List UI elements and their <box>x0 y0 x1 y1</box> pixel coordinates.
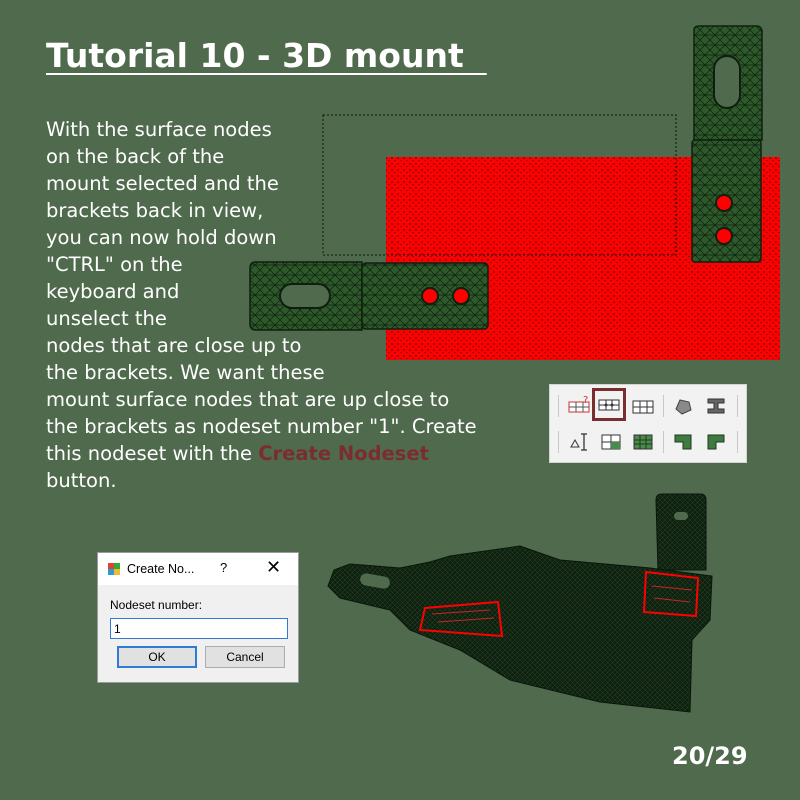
vertical-bracket <box>691 25 763 263</box>
horizontal-bracket <box>249 261 489 331</box>
body-line: on the back of the <box>46 145 225 168</box>
body-line-prefix: this nodeset with the <box>46 442 259 465</box>
add-node-icon[interactable]: ? <box>566 395 592 417</box>
body-line: the brackets as nodeset number "1". Crea… <box>46 415 477 438</box>
body-line: mount surface nodes that are up close to <box>46 388 450 411</box>
bracket-right-icon[interactable] <box>703 431 729 453</box>
body-line: unselect the <box>46 307 167 330</box>
create-nodeset-button[interactable] <box>592 388 626 421</box>
dialog-title: Create No... <box>127 562 195 576</box>
toolbar: ? <box>549 384 747 463</box>
create-nodeset-icon <box>598 399 620 411</box>
bracket-left-icon[interactable] <box>670 431 696 453</box>
nodeset-number-label: Nodeset number: <box>110 598 203 612</box>
beam-icon[interactable] <box>703 395 729 417</box>
page-title: Tutorial 10 - 3D mount <box>46 36 487 75</box>
dimension-icon[interactable] <box>566 431 592 453</box>
nodeset-number-input[interactable] <box>110 618 288 639</box>
mesh-select-icon[interactable] <box>598 431 624 453</box>
body-line: "CTRL" on the <box>46 253 183 276</box>
body-line: With the surface nodes <box>46 118 272 141</box>
help-button[interactable]: ? <box>220 560 227 575</box>
body-line: keyboard and <box>46 280 180 303</box>
body-line: mount selected and the <box>46 172 279 195</box>
close-button[interactable]: ✕ <box>266 557 281 578</box>
toolbar-separator <box>663 431 664 453</box>
mesh-grid-icon[interactable] <box>630 431 656 453</box>
ok-button[interactable]: OK <box>117 646 197 668</box>
viewport-bottom-3d[interactable] <box>320 490 720 720</box>
toolbar-separator <box>737 431 738 453</box>
body-line: brackets back in view, <box>46 199 264 222</box>
toolbar-separator <box>558 431 559 453</box>
body-line: nodes that are close up to <box>46 334 302 357</box>
body-line: the brackets. We want these <box>46 361 325 384</box>
create-nodeset-highlight: Create Nodeset <box>258 442 429 465</box>
app-icon <box>108 563 120 575</box>
toolbar-separator <box>558 395 559 417</box>
body-line: you can now hold down <box>46 226 277 249</box>
solid-icon[interactable] <box>670 395 696 417</box>
cancel-button[interactable]: Cancel <box>205 646 285 668</box>
toolbar-separator <box>663 395 664 417</box>
create-nodeset-dialog: Create No... ? ✕ Nodeset number: OK Canc… <box>97 552 299 683</box>
body-line: button. <box>46 469 117 492</box>
page-number: 20/29 <box>672 742 748 770</box>
dialog-titlebar[interactable]: Create No... ? ✕ <box>98 553 298 585</box>
grid-icon[interactable] <box>630 395 656 417</box>
svg-text:?: ? <box>583 395 588 406</box>
body-line: this nodeset with the Create Nodeset <box>46 440 429 467</box>
toolbar-separator <box>737 395 738 417</box>
